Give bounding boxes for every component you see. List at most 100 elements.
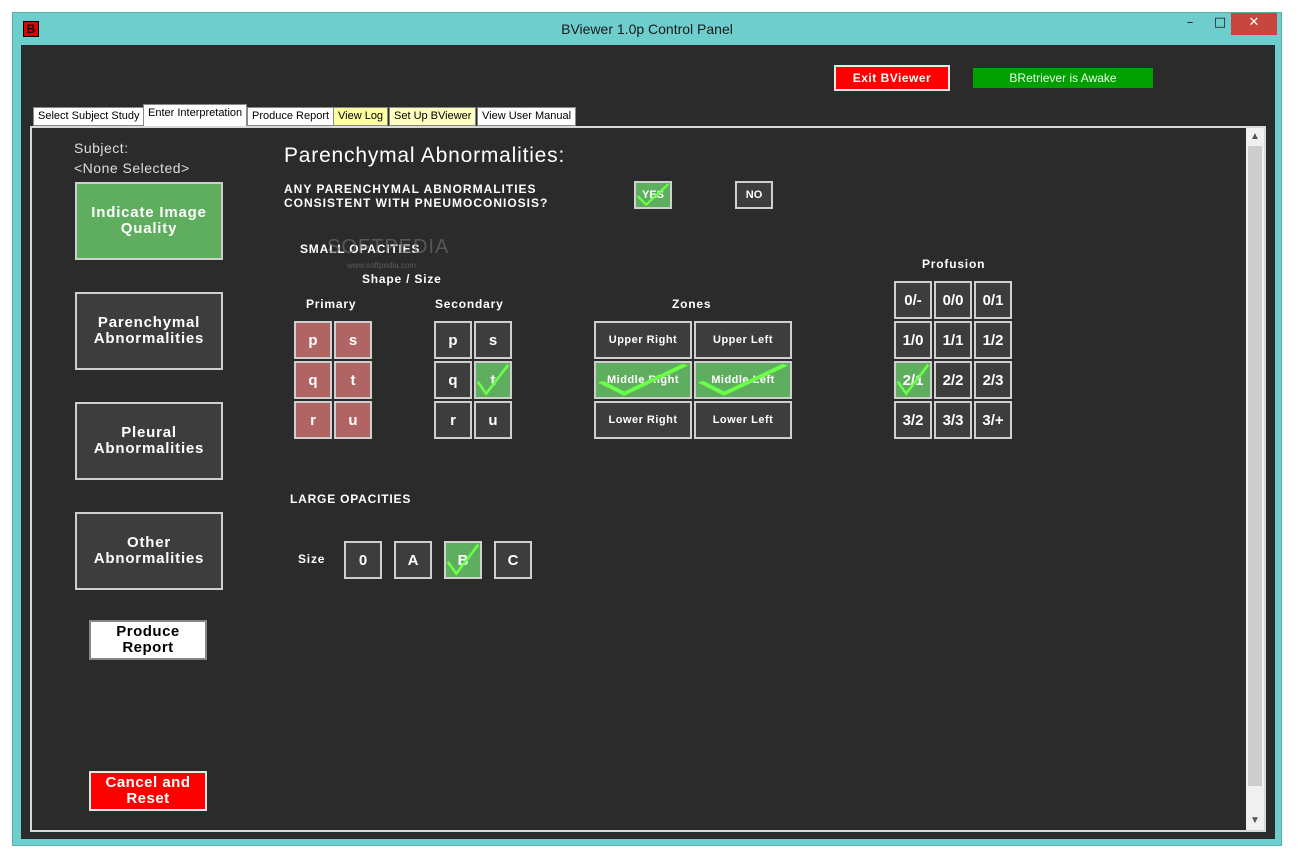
large-opacities-heading: LARGE OPACITIES: [290, 492, 412, 506]
secondary-shape-q[interactable]: q: [434, 361, 472, 399]
client-area: Exit BViewer BRetriever is Awake Select …: [21, 45, 1275, 839]
watermark-url: www.softpedia.com: [347, 261, 416, 270]
secondary-shape-u[interactable]: u: [474, 401, 512, 439]
large-size-label: A: [407, 551, 419, 569]
profusion-0-1[interactable]: 0/1: [974, 281, 1012, 319]
large-size-c[interactable]: C: [494, 541, 532, 579]
large-size-0[interactable]: 0: [344, 541, 382, 579]
exit-bviewer-button[interactable]: Exit BViewer: [834, 65, 950, 91]
zone-upper-right[interactable]: Upper Right: [594, 321, 692, 359]
subject-label: Subject:: [74, 140, 129, 156]
zone-label: Lower Right: [608, 414, 678, 426]
primary-shape-t[interactable]: t: [334, 361, 372, 399]
profusion-0--[interactable]: 0/-: [894, 281, 932, 319]
profusion-0-0[interactable]: 0/0: [934, 281, 972, 319]
secondary-shape-r[interactable]: r: [434, 401, 472, 439]
zone-upper-left[interactable]: Upper Left: [694, 321, 792, 359]
profusion-label: 1/2: [982, 331, 1004, 349]
other-abnormalities-button[interactable]: Other Abnormalities: [75, 512, 223, 590]
zone-label: Upper Right: [608, 334, 678, 346]
no-button[interactable]: NO: [735, 181, 773, 209]
secondary-shape-s[interactable]: s: [474, 321, 512, 359]
vertical-scrollbar[interactable]: ▲ ▼: [1246, 128, 1264, 830]
secondary-shape-label: p: [448, 331, 458, 349]
primary-shape-r[interactable]: r: [294, 401, 332, 439]
interpretation-panel: Subject: <None Selected> Indicate Image …: [30, 126, 1266, 832]
shape-size-label: Shape / Size: [362, 272, 442, 286]
primary-shape-u[interactable]: u: [334, 401, 372, 439]
profusion-label: 2/1: [902, 371, 924, 389]
profusion-label: 3/+: [982, 411, 1004, 429]
yes-button[interactable]: YES: [634, 181, 672, 209]
profusion-2-2[interactable]: 2/2: [934, 361, 972, 399]
window-title: BViewer 1.0p Control Panel: [561, 21, 733, 37]
subject-value: <None Selected>: [74, 160, 190, 176]
zone-middle-right[interactable]: Middle Right: [594, 361, 692, 399]
profusion-1-0[interactable]: 1/0: [894, 321, 932, 359]
secondary-label: Secondary: [435, 297, 504, 311]
parenchymal-abnormalities-button[interactable]: Parenchymal Abnormalities: [75, 292, 223, 370]
scroll-up-icon[interactable]: ▲: [1246, 128, 1264, 146]
zone-middle-left[interactable]: Middle Left: [694, 361, 792, 399]
size-label: Size: [298, 552, 326, 566]
profusion-3-3[interactable]: 3/3: [934, 401, 972, 439]
zones-label: Zones: [672, 297, 712, 311]
primary-shape-label: s: [348, 331, 358, 349]
large-size-b[interactable]: B: [444, 541, 482, 579]
profusion-label: 2/2: [942, 371, 964, 389]
primary-shape-q[interactable]: q: [294, 361, 332, 399]
pleural-abnormalities-button[interactable]: Pleural Abnormalities: [75, 402, 223, 480]
title-bar[interactable]: B BViewer 1.0p Control Panel – □ ✕: [13, 13, 1281, 45]
watermark: SOFTPEDIA: [327, 236, 450, 258]
tab-produce-report[interactable]: Produce Report: [247, 107, 335, 126]
primary-shape-label: u: [348, 411, 358, 429]
secondary-shape-p[interactable]: p: [434, 321, 472, 359]
zone-label: Middle Right: [607, 374, 679, 386]
scroll-down-icon[interactable]: ▼: [1246, 812, 1264, 830]
pneumoconiosis-question: ANY PARENCHYMAL ABNORMALITIES CONSISTENT…: [284, 182, 549, 210]
profusion-label: 0/1: [982, 291, 1004, 309]
primary-shape-label: t: [350, 371, 356, 389]
cancel-and-reset-button[interactable]: Cancel and Reset: [89, 771, 207, 811]
profusion-2-3[interactable]: 2/3: [974, 361, 1012, 399]
large-size-a[interactable]: A: [394, 541, 432, 579]
zone-label: Middle Left: [711, 374, 775, 386]
tab-view-log[interactable]: View Log: [333, 107, 389, 126]
produce-report-button[interactable]: Produce Report: [89, 620, 207, 660]
tab-set-up-bviewer[interactable]: Set Up BViewer: [389, 107, 477, 126]
profusion-1-2[interactable]: 1/2: [974, 321, 1012, 359]
profusion-label: 1/0: [902, 331, 924, 349]
tab-enter-interpretation[interactable]: Enter Interpretation: [143, 104, 248, 126]
profusion-2-1[interactable]: 2/1: [894, 361, 932, 399]
primary-shape-label: p: [308, 331, 318, 349]
profusion-1-1[interactable]: 1/1: [934, 321, 972, 359]
yes-label: YES: [641, 189, 664, 201]
profusion-label: 3/3: [942, 411, 964, 429]
profusion-label: 0/0: [942, 291, 964, 309]
zone-label: Upper Left: [713, 334, 773, 346]
zone-lower-right[interactable]: Lower Right: [594, 401, 692, 439]
secondary-shape-label: s: [488, 331, 498, 349]
profusion-3-2[interactable]: 3/2: [894, 401, 932, 439]
page-title: Parenchymal Abnormalities:: [284, 144, 566, 167]
large-size-label: C: [507, 551, 519, 569]
zone-lower-left[interactable]: Lower Left: [694, 401, 792, 439]
secondary-shape-label: q: [448, 371, 458, 389]
primary-shape-p[interactable]: p: [294, 321, 332, 359]
profusion-label: 1/1: [942, 331, 964, 349]
close-button[interactable]: ✕: [1231, 13, 1277, 35]
tab-select-subject-study[interactable]: Select Subject Study: [33, 107, 145, 126]
secondary-shape-t[interactable]: t: [474, 361, 512, 399]
minimize-button[interactable]: –: [1175, 13, 1205, 35]
scroll-thumb[interactable]: [1248, 146, 1262, 786]
primary-shape-s[interactable]: s: [334, 321, 372, 359]
primary-label: Primary: [306, 297, 357, 311]
large-size-label: B: [457, 551, 469, 569]
status-badge: BRetriever is Awake: [973, 68, 1153, 88]
indicate-image-quality-button[interactable]: Indicate Image Quality: [75, 182, 223, 260]
secondary-shape-label: r: [450, 411, 456, 429]
secondary-shape-label: u: [488, 411, 498, 429]
tab-view-user-manual[interactable]: View User Manual: [477, 107, 577, 126]
profusion-3-+[interactable]: 3/+: [974, 401, 1012, 439]
primary-shape-label: r: [310, 411, 316, 429]
